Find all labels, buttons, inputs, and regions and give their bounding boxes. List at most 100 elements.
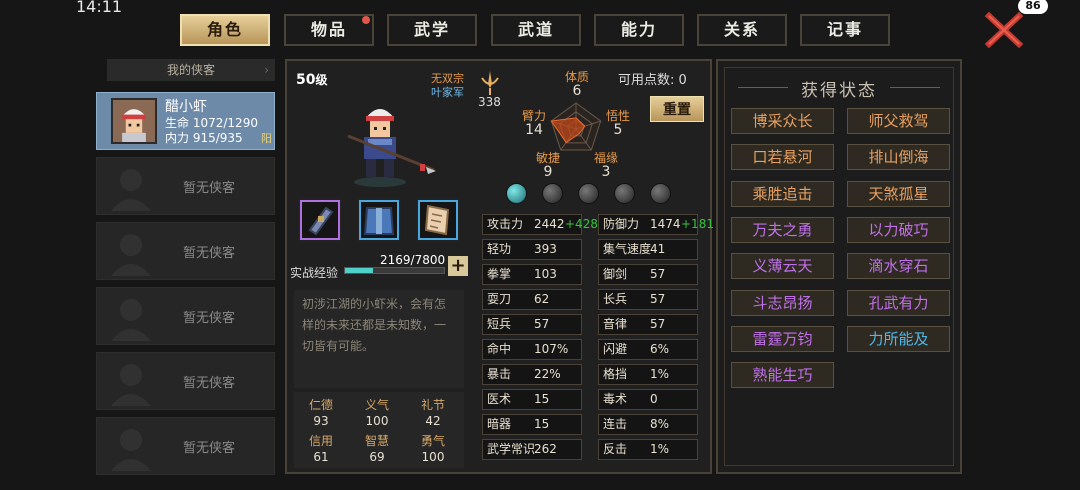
- status-effect[interactable]: 孔武有力: [847, 289, 950, 316]
- hero-sprite: [347, 109, 436, 187]
- stat-value: 1474: [650, 217, 681, 231]
- stat-row: 武学常识 262: [482, 439, 582, 460]
- meridian-orb[interactable]: [578, 183, 599, 204]
- status-title: 获得状态: [716, 76, 962, 101]
- armor-icon: [363, 207, 395, 235]
- status-effect[interactable]: 乘胜追击: [731, 180, 834, 207]
- system-time: 14:11: [76, 0, 123, 16]
- status-effect[interactable]: 天煞孤星: [847, 180, 950, 207]
- stat-value: 107%: [534, 342, 569, 356]
- virtue-grid: 仁德 93 义气 100 礼节 42 信用 61 智慧 69 勇气 100: [294, 392, 464, 468]
- notification-dot: [362, 16, 370, 24]
- stat-row: 防御力 1474 +181: [598, 214, 714, 235]
- status-effect[interactable]: 滴水穿石: [847, 253, 950, 280]
- attr-comprehension: 悟性 5: [598, 107, 638, 137]
- stat-row: 御剑 57: [598, 264, 698, 285]
- status-effect[interactable]: 义薄云天: [731, 253, 834, 280]
- virtue-value: 61: [313, 450, 329, 464]
- virtue-value: 42: [425, 414, 441, 428]
- stat-row: 反击 1%: [598, 439, 698, 460]
- exp-bar-fill: [345, 268, 373, 273]
- hero-slot-empty[interactable]: 暂无侠客: [96, 287, 275, 345]
- empty-silhouette-icon: [111, 429, 151, 471]
- tab-abilities[interactable]: 能力: [594, 14, 684, 46]
- status-effect[interactable]: 熟能生巧: [731, 362, 834, 389]
- meridian-orb[interactable]: [542, 183, 563, 204]
- stat-name: 轻功: [487, 242, 512, 256]
- status-effect[interactable]: 雷霆万钧: [731, 325, 834, 352]
- stat-row: 闪避 6%: [598, 339, 698, 360]
- status-effect[interactable]: 师父救驾: [847, 108, 950, 134]
- tab-relations[interactable]: 关系: [697, 14, 787, 46]
- character-level: 50级: [296, 71, 328, 88]
- stat-name: 暗器: [487, 417, 512, 431]
- hero-slot-active[interactable]: 醋小虾 生命 1072/1290 内力 915/935 阳: [96, 92, 275, 150]
- available-points: 可用点数: 0: [618, 73, 687, 88]
- stat-row: 长兵 57: [598, 289, 698, 310]
- hero-slot-empty[interactable]: 暂无侠客: [96, 352, 275, 410]
- stat-value: 2442: [534, 217, 565, 231]
- hero-avatar: [111, 98, 157, 144]
- empty-slot-label: 暂无侠客: [183, 311, 236, 326]
- tab-martial-arts[interactable]: 武学: [387, 14, 477, 46]
- hp-label: 生命: [165, 116, 190, 130]
- stat-value: 57: [650, 317, 666, 331]
- equip-slot-accessory[interactable]: [416, 198, 460, 242]
- equip-slot-armor[interactable]: [357, 198, 401, 242]
- bracer-icon: [308, 206, 334, 236]
- stat-value: 1%: [650, 367, 670, 381]
- empty-silhouette-icon: [111, 364, 151, 406]
- add-exp-button[interactable]: +: [448, 256, 468, 276]
- status-effect[interactable]: 以力破巧: [847, 216, 950, 243]
- meridian-orb[interactable]: [614, 183, 635, 204]
- status-effect[interactable]: 博采众长: [731, 108, 834, 134]
- exp-value: 2169/7800: [380, 253, 446, 267]
- scroll-icon: [424, 204, 450, 236]
- virtue-item: 智慧 69: [350, 432, 404, 464]
- status-effect[interactable]: 万夫之勇: [731, 216, 834, 243]
- meridian-orb[interactable]: [506, 183, 527, 204]
- reset-button[interactable]: 重置: [650, 96, 704, 122]
- tab-character[interactable]: 角色: [180, 14, 270, 46]
- status-effect[interactable]: 排山倒海: [847, 144, 950, 171]
- hero-tag: 阳: [261, 132, 272, 145]
- weapon-power-icon: [481, 71, 499, 95]
- meridian-orb[interactable]: [650, 183, 671, 204]
- tab-items[interactable]: 物品: [284, 14, 374, 46]
- stat-row: 连击 8%: [598, 414, 698, 435]
- equip-slot-weapon[interactable]: [298, 198, 342, 242]
- stat-row: 医术 15: [482, 389, 582, 410]
- stat-name: 连击: [603, 417, 628, 431]
- status-effect[interactable]: 斗志昂扬: [731, 289, 834, 316]
- attr-value: 6: [572, 83, 582, 99]
- stat-row: 拳掌 103: [482, 264, 582, 285]
- attr-value: 5: [613, 122, 623, 138]
- hp-value: 1072/1290: [192, 116, 258, 130]
- stat-name: 格挡: [603, 367, 628, 381]
- chevron-right-icon: ›: [264, 63, 269, 77]
- stat-value: 41: [650, 242, 666, 256]
- stat-value: 1%: [650, 442, 670, 456]
- stat-name: 武学常识: [487, 442, 536, 456]
- status-effect[interactable]: 口若悬河: [731, 144, 834, 171]
- virtue-value: 93: [313, 414, 329, 428]
- close-icon[interactable]: [984, 12, 1024, 48]
- status-effect[interactable]: 力所能及: [847, 325, 950, 352]
- hero-name: 醋小虾: [165, 99, 207, 115]
- virtue-value: 69: [369, 450, 385, 464]
- stat-name: 御剑: [603, 267, 628, 281]
- stat-value: 8%: [650, 417, 670, 431]
- tab-martial-way[interactable]: 武道: [491, 14, 581, 46]
- virtue-item: 仁德 93: [294, 396, 348, 428]
- stat-bonus: +181: [681, 217, 714, 231]
- stat-bonus: +428: [565, 217, 598, 231]
- hero-slot-empty[interactable]: 暂无侠客: [96, 222, 275, 280]
- hero-slot-empty[interactable]: 暂无侠客: [96, 417, 275, 475]
- hero-slot-empty[interactable]: 暂无侠客: [96, 157, 275, 215]
- virtue-name: 智慧: [364, 434, 389, 448]
- mp-value: 915/935: [192, 131, 243, 145]
- stat-name: 暴击: [487, 367, 512, 381]
- stat-value: 57: [650, 267, 666, 281]
- tab-journal[interactable]: 记事: [800, 14, 890, 46]
- stat-row: 暗器 15: [482, 414, 582, 435]
